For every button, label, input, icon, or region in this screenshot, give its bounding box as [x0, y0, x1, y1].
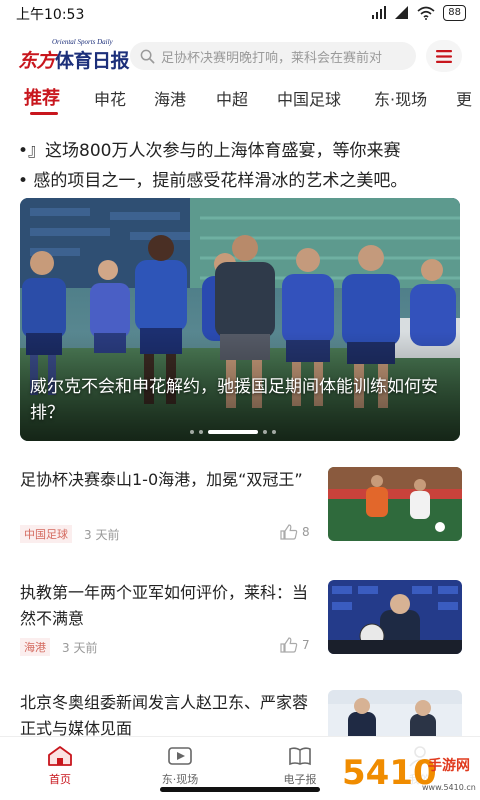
news-meta: 海港 3 天前 — [20, 638, 97, 656]
battery-indicator: 88 — [443, 5, 466, 21]
active-tab-indicator — [30, 112, 58, 115]
news-meta: 中国足球 3 天前 — [20, 525, 119, 543]
logo-text-red: 东方 — [18, 50, 56, 72]
tab-haigang[interactable]: 海港 — [154, 86, 186, 110]
search-placeholder: 足协杯决赛明晚打响，莱科会在赛前对 — [161, 50, 383, 66]
tab-shenhua[interactable]: 申花 — [94, 86, 126, 110]
ticker-line-2[interactable]: • 感的项目之一，提前感受花样滑冰的艺术之美吧。 — [18, 166, 468, 191]
menu-button[interactable] — [426, 40, 462, 72]
banner-caption: 威尔克不会和申花解约，驰援国足期间体能训练如何安排？ — [30, 377, 438, 423]
press-conference-photo — [328, 580, 462, 654]
hamburger-menu-icon — [436, 49, 452, 63]
news-title: 北京冬奥组委新闻发言人赵卫东、严家蓉正式与媒体见面 — [20, 693, 309, 738]
carousel-indicator — [190, 430, 276, 434]
carousel-dot[interactable] — [199, 430, 203, 434]
app-header: Oriental Sports Daily 东方体育日报 足协杯决赛明晚打响，莱… — [0, 30, 480, 82]
status-bar: 上午10:53 88 — [0, 0, 480, 28]
status-time: 上午10:53 — [16, 7, 85, 23]
watermark-logo: 5410 手游网 www.5410.cn — [338, 744, 480, 798]
cell-signal-icon — [395, 6, 409, 19]
nav-live-label: 东·现场 — [161, 773, 199, 786]
like-button[interactable]: 7 — [280, 637, 310, 653]
watermark-text: 手游网 — [428, 757, 470, 774]
hero-banner[interactable]: 威尔克不会和申花解约，驰援国足期间体能训练如何安排？ — [20, 198, 460, 441]
nav-home[interactable]: 首页 — [20, 745, 100, 787]
search-icon — [140, 49, 155, 63]
tab-live[interactable]: 东·现场 — [374, 86, 427, 110]
status-icons: 88 — [371, 5, 466, 21]
carousel-dot[interactable] — [263, 430, 267, 434]
nav-epaper[interactable]: 电子报 — [260, 745, 340, 787]
app-logo[interactable]: Oriental Sports Daily 东方体育日报 — [18, 38, 130, 74]
home-icon — [48, 746, 72, 766]
tab-china-football[interactable]: 中国足球 — [277, 86, 341, 110]
newspaper-icon — [289, 747, 311, 766]
match-photo — [328, 467, 462, 541]
tab-more[interactable]: 更 — [456, 86, 472, 110]
carousel-dot[interactable] — [190, 430, 194, 434]
nav-epaper-label: 电子报 — [283, 773, 317, 786]
news-tag[interactable]: 中国足球 — [20, 525, 72, 543]
category-tabs: 推荐 申花 海港 中超 中国足球 东·现场 更 — [0, 82, 480, 118]
news-title: 足协杯决赛泰山1-0海港，加冕“双冠王” — [20, 470, 303, 489]
news-tag[interactable]: 海港 — [20, 638, 50, 656]
like-count: 7 — [302, 638, 310, 652]
logo-text: 东方体育日报 — [18, 46, 130, 73]
tab-csl[interactable]: 中超 — [216, 86, 248, 110]
like-button[interactable]: 8 — [280, 524, 310, 540]
sim-signal-icon — [372, 6, 387, 19]
news-thumbnail — [328, 580, 462, 654]
tab-recommend[interactable]: 推荐 — [24, 84, 60, 110]
thumbs-up-icon — [280, 524, 298, 540]
video-icon — [168, 747, 192, 765]
news-thumbnail — [328, 467, 462, 541]
nav-live[interactable]: 东·现场 — [140, 745, 220, 787]
home-indicator[interactable] — [160, 787, 320, 792]
carousel-dot[interactable] — [272, 430, 276, 434]
thumbs-up-icon — [280, 637, 298, 653]
nav-home-label: 首页 — [49, 773, 71, 786]
wifi-icon — [417, 6, 435, 20]
watermark-domain: www.5410.cn — [422, 783, 476, 792]
news-item[interactable]: 足协杯决赛泰山1-0海港，加冕“双冠王” 中国足球 3 天前 8 — [20, 467, 462, 543]
news-title: 执教第一年两个亚军如何评价，莱科：当然不满意 — [20, 583, 309, 628]
logo-text-blue: 体育日报 — [55, 50, 130, 72]
news-time: 3 天前 — [84, 527, 120, 542]
search-bar[interactable]: 足协杯决赛明晚打响，莱科会在赛前对 — [130, 42, 416, 70]
site-watermark: 5410 手游网 www.5410.cn — [338, 740, 480, 800]
news-time: 3 天前 — [62, 640, 98, 655]
like-count: 8 — [302, 525, 310, 539]
ticker-line-1[interactable]: •』这场800万人次参与的上海体育盛宴，等你来赛 — [18, 136, 468, 161]
news-item[interactable]: 执教第一年两个亚军如何评价，莱科：当然不满意 海港 3 天前 7 — [20, 580, 462, 656]
logo-subtitle: Oriental Sports Daily — [52, 38, 113, 46]
carousel-dot-active[interactable] — [208, 430, 258, 434]
